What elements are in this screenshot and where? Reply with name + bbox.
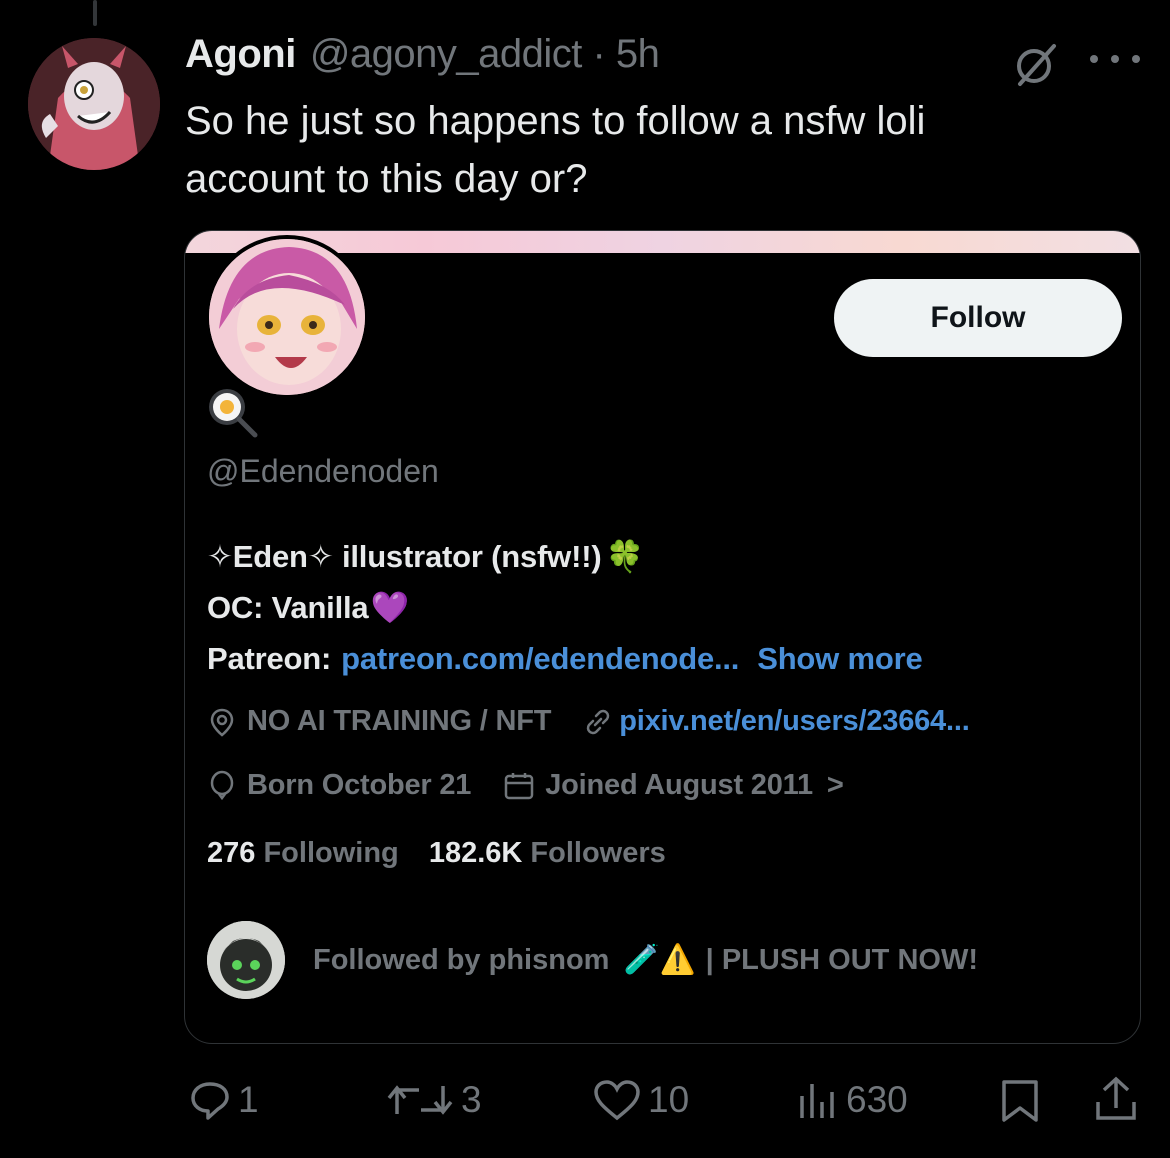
retweet-icon xyxy=(387,1085,453,1115)
profile-joined[interactable]: Joined August 2011 > xyxy=(503,769,844,802)
views-button[interactable]: 630 xyxy=(796,1078,908,1122)
profile-name-emoji xyxy=(205,383,261,439)
share-icon xyxy=(1096,1076,1136,1120)
quoted-profile-card[interactable]: Follow @Edendenoden ✧Eden✧ illustrator (… xyxy=(184,230,1141,1044)
bio-patreon-link[interactable]: patreon.com/edendenode... xyxy=(341,633,739,684)
chevron-right-icon: > xyxy=(826,769,844,801)
followers-stat[interactable]: 182.6K Followers xyxy=(429,837,666,869)
like-count: 10 xyxy=(648,1079,690,1120)
followers-count: 182.6K xyxy=(428,837,523,869)
bookmark-button[interactable] xyxy=(998,1078,1042,1124)
tweet-actions-bar: 1 3 10 630 xyxy=(0,1068,1170,1128)
heart-icon xyxy=(594,1080,640,1121)
author-avatar-image xyxy=(28,38,160,170)
bio-line-1: ✧Eden✧ illustrator (nsfw!!) 🍀 xyxy=(207,531,1107,582)
profile-birthday: Born October 21 xyxy=(207,769,471,802)
profile-meta-row-1: NO AI TRAINING / NFT pixiv.net/en/users/… xyxy=(207,705,1002,738)
profile-location-text: NO AI TRAINING / NFT xyxy=(247,705,552,737)
following-stat[interactable]: 276 Following xyxy=(207,837,399,869)
profile-meta-row-2: Born October 21 Joined August 2011 > xyxy=(207,769,876,802)
profile-stats: 276 Following 182.6K Followers xyxy=(207,837,666,870)
profile-handle: @Edendenoden xyxy=(207,453,439,489)
balloon-icon xyxy=(210,770,234,800)
test-tube-warning-icon: 🧪⚠️ xyxy=(623,944,696,976)
retweet-count: 3 xyxy=(461,1079,482,1120)
views-chart-icon xyxy=(800,1084,834,1118)
tweet-text-line-1: So he just so happens to follow a nsfw l… xyxy=(185,99,926,143)
profile-birthday-text: Born October 21 xyxy=(247,769,472,801)
tweet-text: So he just so happens to follow a nsfw l… xyxy=(185,92,1085,208)
bio-line-2-text: OC: Vanilla xyxy=(207,590,369,625)
profile-avatar-image xyxy=(209,239,365,395)
calendar-icon xyxy=(504,772,534,799)
share-button[interactable] xyxy=(1094,1076,1138,1124)
thread-connector-line xyxy=(93,0,97,26)
reply-count: 1 xyxy=(238,1079,259,1120)
follow-button[interactable]: Follow xyxy=(834,279,1122,357)
bio-line-1-text: ✧Eden✧ illustrator (nsfw!!) xyxy=(207,539,602,574)
profile-avatar[interactable] xyxy=(205,235,369,399)
profile-location: NO AI TRAINING / NFT xyxy=(207,705,551,738)
link-icon xyxy=(587,709,610,734)
profile-website[interactable]: pixiv.net/en/users/23664... xyxy=(583,705,970,738)
followers-label: Followers xyxy=(530,837,666,869)
retweet-button[interactable]: 3 xyxy=(385,1078,482,1122)
clover-icon: 🍀 xyxy=(605,539,644,574)
author-avatar[interactable] xyxy=(28,38,160,170)
follower-avatar xyxy=(207,921,285,999)
profile-joined-text: Joined August 2011 xyxy=(545,769,813,801)
reply-button[interactable]: 1 xyxy=(188,1078,259,1122)
purple-heart-icon: 💜 xyxy=(370,590,409,625)
like-button[interactable]: 10 xyxy=(592,1078,689,1122)
following-label: Following xyxy=(263,837,399,869)
followed-by-row[interactable]: Followed by phisnom 🧪⚠️ | PLUSH OUT NOW! xyxy=(207,921,978,999)
reply-icon xyxy=(191,1082,229,1120)
bookmark-icon xyxy=(1002,1080,1038,1122)
location-pin-icon xyxy=(210,708,234,737)
tweet-text-line-2: account to this day or? xyxy=(185,157,588,201)
frying-pan-egg-icon xyxy=(209,389,258,438)
bio-line-3: Patreon: patreon.com/edendenode... Show … xyxy=(207,633,1107,684)
following-count: 276 xyxy=(207,837,256,869)
author-display-name[interactable]: Agoni xyxy=(185,32,296,77)
follower-avatar-image xyxy=(207,921,285,999)
bio-patreon-label: Patreon: xyxy=(207,641,332,676)
views-count: 630 xyxy=(846,1079,908,1120)
author-handle-and-time[interactable]: @agony_addict · 5h xyxy=(310,32,660,77)
profile-bio: ✧Eden✧ illustrator (nsfw!!) 🍀 OC: Vanill… xyxy=(207,531,1107,684)
tweet-header: Agoni @agony_addict · 5h xyxy=(185,32,660,84)
more-options-icon[interactable] xyxy=(1090,52,1140,66)
followed-by-suffix: | PLUSH OUT NOW! xyxy=(705,943,978,976)
grok-icon[interactable] xyxy=(1012,40,1060,88)
bio-line-2: OC: Vanilla 💜 xyxy=(207,582,1107,633)
followed-by-text: Followed by phisnom xyxy=(313,943,610,976)
profile-website-link[interactable]: pixiv.net/en/users/23664... xyxy=(619,705,970,738)
show-more-link[interactable]: Show more xyxy=(757,633,922,684)
